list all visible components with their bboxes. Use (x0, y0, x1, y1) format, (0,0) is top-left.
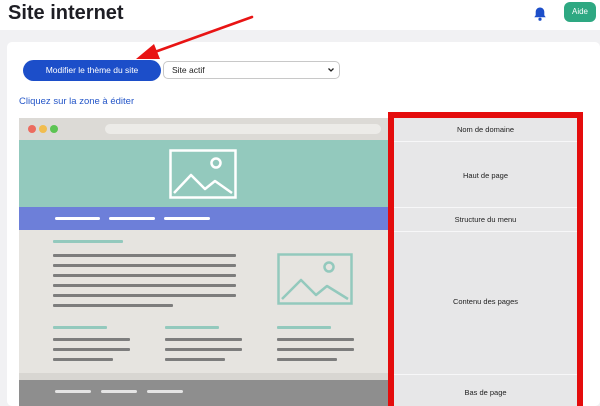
mock-text-line (53, 294, 236, 297)
help-button[interactable]: Aide (564, 2, 596, 22)
mock-text-line (53, 358, 113, 361)
minimize-dot (39, 125, 47, 133)
top-bar: Site internet Aide (0, 0, 600, 30)
mock-text-line (53, 304, 173, 307)
mock-nav-item (109, 217, 155, 220)
zone-footer[interactable]: Bas de page (394, 374, 577, 406)
mock-text-line (53, 274, 236, 277)
site-select-value: Site actif (172, 65, 205, 75)
image-placeholder-icon (277, 253, 353, 305)
zone-header[interactable]: Haut de page (394, 141, 577, 207)
mock-heading-line (165, 326, 219, 329)
mock-text-line (277, 338, 354, 341)
mock-text-line (53, 254, 236, 257)
zone-domain-name-label: Nom de domaine (456, 125, 515, 134)
site-layout-mockup (19, 118, 388, 406)
mock-footer (19, 380, 388, 406)
mock-text-line (53, 338, 130, 341)
mock-text-line (165, 348, 242, 351)
site-select[interactable]: Site actif (163, 61, 340, 79)
maximize-dot (50, 125, 58, 133)
mock-nav-item (164, 217, 210, 220)
modify-theme-button[interactable]: Modifier le thème du site (23, 60, 161, 81)
mock-text-line (165, 338, 242, 341)
zone-page-content-label: Contenu des pages (452, 297, 519, 306)
instruction-text: Cliquez sur la zone à éditer (19, 96, 135, 107)
bell-icon[interactable] (532, 6, 548, 22)
mock-text-line (53, 348, 130, 351)
image-placeholder-icon (169, 149, 237, 199)
browser-chrome (19, 118, 388, 140)
chevron-down-icon (328, 68, 334, 72)
mock-text-line (165, 358, 225, 361)
address-bar (105, 124, 381, 134)
mock-footer-link (55, 390, 91, 393)
zone-menu-structure[interactable]: Structure du menu (394, 207, 577, 231)
mock-nav-item (55, 217, 100, 220)
mock-footer-band (19, 373, 388, 380)
zone-header-label: Haut de page (462, 171, 509, 180)
mock-footer-link (101, 390, 137, 393)
editable-zones-panel: Nom de domaine Haut de page Structure du… (388, 112, 583, 406)
zone-page-content[interactable]: Contenu des pages (394, 231, 577, 374)
mock-heading-line (277, 326, 331, 329)
mock-text-line (53, 264, 236, 267)
close-dot (28, 125, 36, 133)
mock-heading-line (53, 240, 123, 243)
mock-heading-line (53, 326, 107, 329)
mock-text-line (277, 358, 337, 361)
zone-footer-label: Bas de page (464, 388, 507, 397)
mock-footer-link (147, 390, 183, 393)
zone-menu-structure-label: Structure du menu (454, 215, 517, 224)
page-title: Site internet (8, 2, 124, 24)
mock-text-line (277, 348, 354, 351)
zone-domain-name[interactable]: Nom de domaine (394, 118, 577, 141)
mock-text-line (53, 284, 236, 287)
mock-nav-bar (19, 207, 388, 230)
